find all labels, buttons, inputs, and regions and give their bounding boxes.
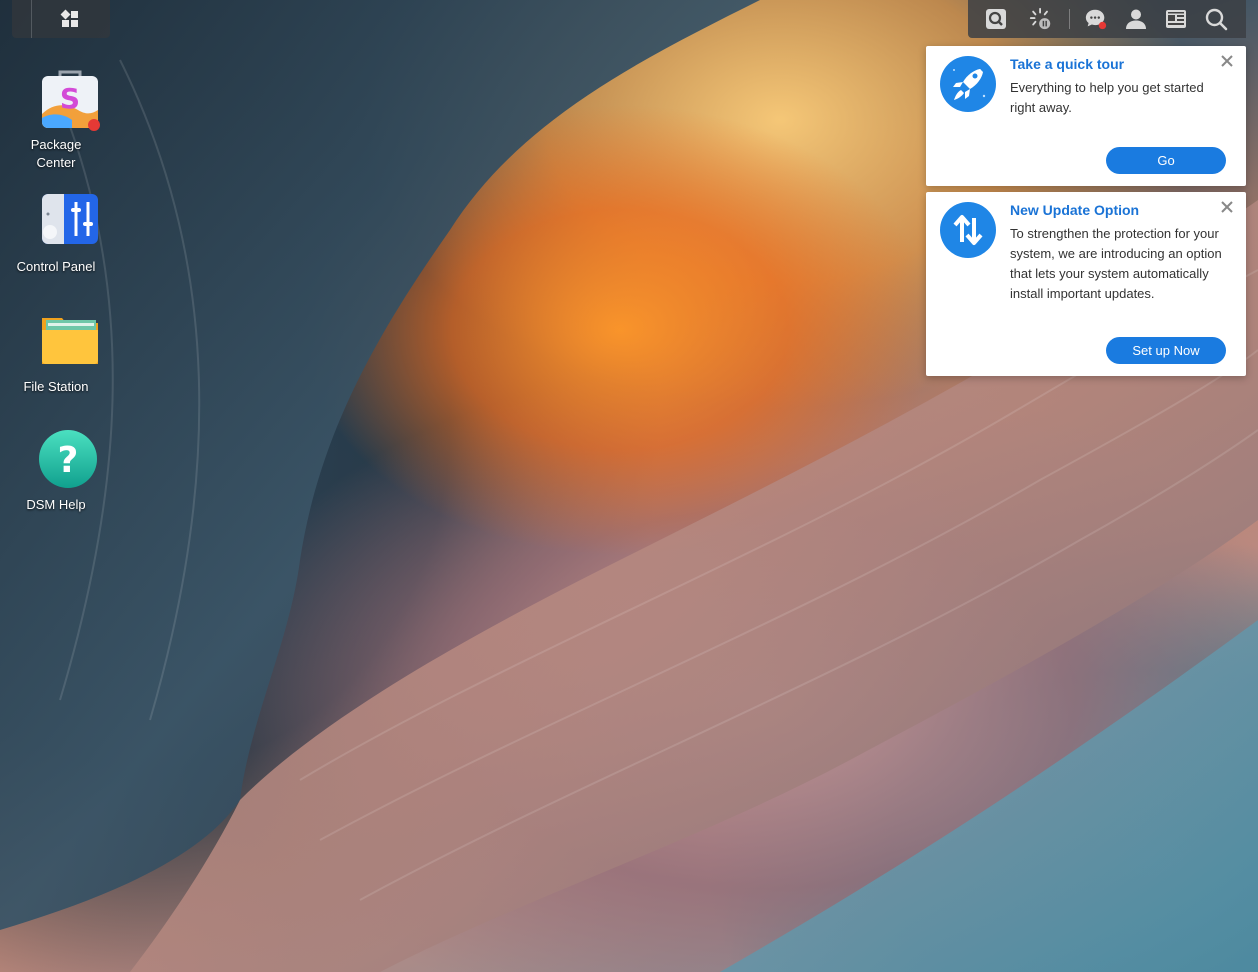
go-button[interactable]: Go — [1106, 147, 1226, 174]
grid-icon — [60, 9, 78, 27]
notification-body: Everything to help you get started right… — [1010, 80, 1204, 115]
file-station-icon — [38, 312, 102, 376]
notifications-button[interactable] — [1084, 7, 1108, 31]
task-progress-icon — [1029, 7, 1051, 30]
search-window-button[interactable] — [984, 7, 1008, 31]
task-progress-button[interactable] — [1029, 7, 1053, 31]
close-icon — [1221, 55, 1233, 67]
taskbar-right — [968, 0, 1246, 38]
notification-quick-tour: Take a quick tour Everything to help you… — [926, 46, 1246, 186]
desktop-item-package-center[interactable]: S Package Center — [14, 70, 126, 172]
close-button[interactable] — [1220, 54, 1234, 68]
user-icon — [1126, 9, 1146, 29]
widgets-button[interactable] — [1164, 7, 1188, 31]
rocket-icon — [940, 56, 996, 112]
notification-title: Take a quick tour — [1010, 56, 1125, 72]
desktop-item-control-panel[interactable]: Control Panel — [14, 192, 126, 276]
taskbar-divider — [31, 0, 32, 38]
search-icon — [1205, 8, 1228, 31]
taskbar-left — [12, 0, 110, 38]
desktop-item-label: DSM Help — [26, 497, 86, 512]
svg-text:?: ? — [58, 440, 79, 481]
svg-text:S: S — [60, 82, 80, 115]
update-arrows-icon — [940, 202, 996, 258]
desktop-item-label: Package Center — [30, 137, 82, 170]
close-icon — [1221, 201, 1233, 213]
close-button[interactable] — [1220, 200, 1234, 214]
control-panel-icon — [38, 192, 102, 256]
update-badge — [88, 119, 100, 131]
main-menu-button[interactable] — [60, 9, 80, 29]
notification-title: New Update Option — [1010, 202, 1140, 218]
search-window-icon — [986, 9, 1006, 29]
desktop-item-label: Control Panel — [16, 259, 96, 274]
notifications-icon — [1085, 9, 1107, 30]
notification-badge — [1098, 21, 1107, 30]
widgets-icon — [1166, 10, 1186, 28]
notification-body: To strengthen the protection for your sy… — [1010, 226, 1222, 301]
dsm-help-icon: ? — [38, 430, 102, 494]
notification-update-option: New Update Option To strengthen the prot… — [926, 192, 1246, 376]
desktop-item-file-station[interactable]: File Station — [14, 312, 126, 396]
set-up-now-button[interactable]: Set up Now — [1106, 337, 1226, 364]
search-button[interactable] — [1204, 7, 1228, 31]
user-button[interactable] — [1124, 7, 1148, 31]
desktop-item-label: File Station — [23, 379, 89, 394]
desktop-item-dsm-help[interactable]: ? DSM Help — [14, 430, 126, 514]
package-center-icon: S — [38, 70, 102, 134]
taskbar-separator — [1069, 9, 1070, 29]
